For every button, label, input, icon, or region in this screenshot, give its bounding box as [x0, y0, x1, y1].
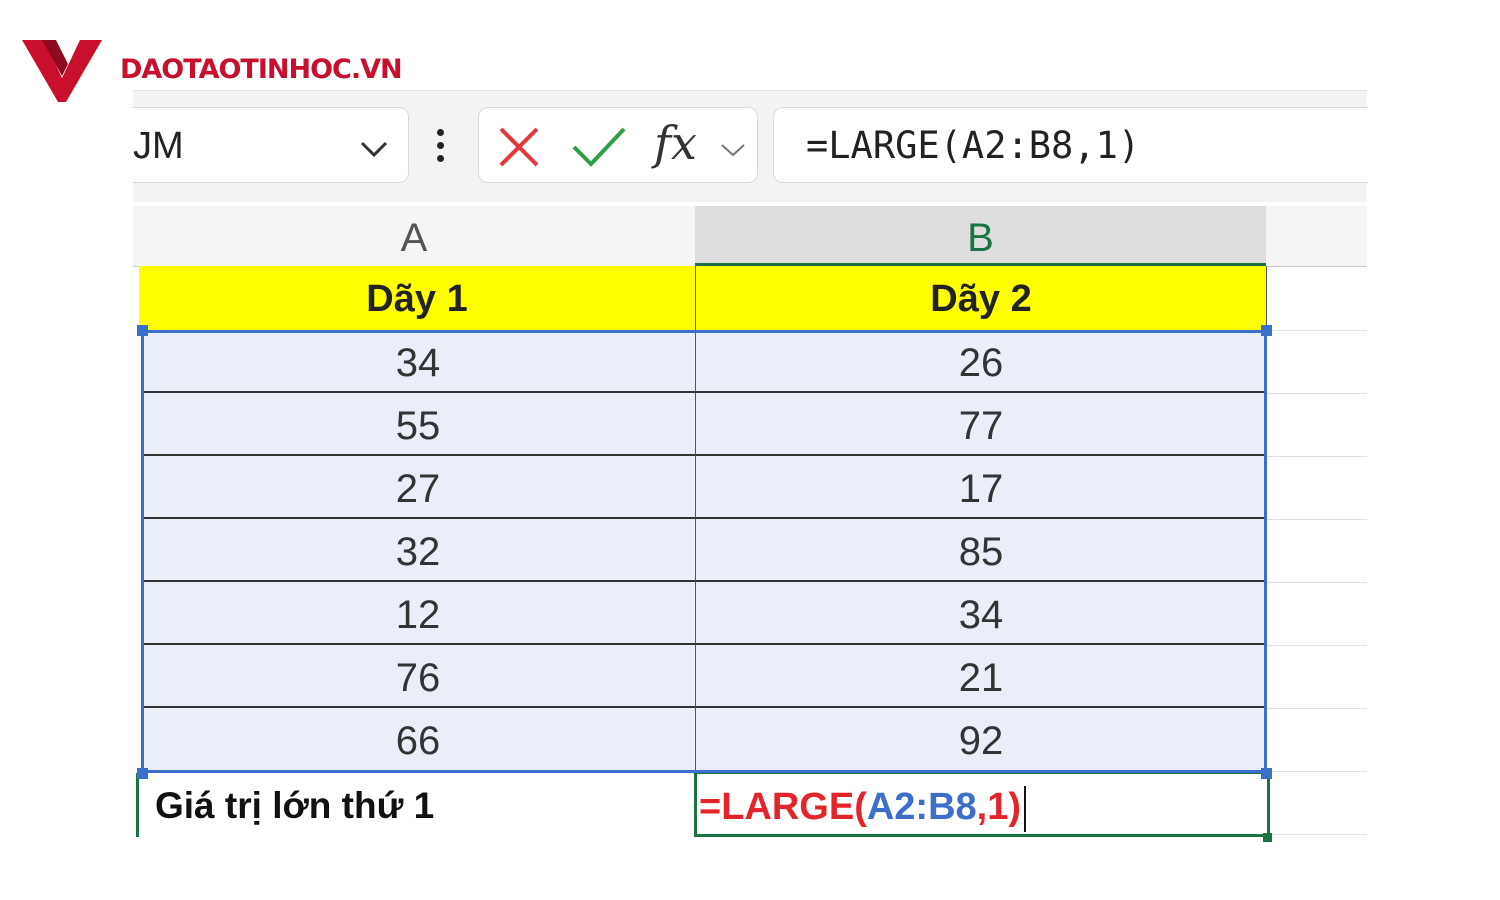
logo-text: DAOTAOTINHOC.VN: [120, 54, 403, 85]
column-headers: A B: [133, 206, 1367, 267]
gridline: [1266, 645, 1367, 646]
formula-range-part: A2:B8: [866, 786, 977, 828]
logo-mark-icon: [22, 40, 102, 102]
active-formula-cell[interactable]: =LARGE(A2:B8,1): [694, 771, 1270, 837]
header-cell-b[interactable]: Dãy 2: [696, 266, 1267, 330]
table-cell[interactable]: 77: [696, 393, 1267, 456]
gridline: [1266, 456, 1367, 457]
text-cursor: [1024, 785, 1027, 832]
column-header-b[interactable]: B: [695, 206, 1266, 266]
table-cell[interactable]: 27: [141, 456, 696, 519]
header-cell-a[interactable]: Dãy 1: [139, 266, 696, 330]
table-cell[interactable]: 12: [141, 582, 696, 645]
table-cell[interactable]: 17: [696, 456, 1267, 519]
table-cell[interactable]: 21: [696, 645, 1267, 708]
table-cell[interactable]: 55: [141, 393, 696, 456]
selection-handle[interactable]: [1261, 768, 1272, 779]
formula-bar-input[interactable]: =LARGE(A2:B8,1): [773, 107, 1368, 183]
cancel-x-icon[interactable]: [497, 125, 541, 169]
gridline: [1266, 582, 1367, 583]
formula-strip: JM fx =LARGE(A2:B8,1): [133, 90, 1368, 203]
gridline: [1266, 834, 1367, 835]
table-cell[interactable]: 92: [696, 708, 1267, 771]
gridline: [1266, 771, 1367, 772]
spreadsheet-window: JM fx =LARGE(A2:B8,1) A B Dãy 1 Dãy 2 34…: [133, 90, 1368, 850]
table-cell[interactable]: 26: [696, 330, 1267, 393]
table-cell[interactable]: 34: [696, 582, 1267, 645]
formula-bar-text: =LARGE(A2:B8,1): [806, 124, 1141, 167]
name-box-value: JM: [133, 125, 184, 167]
table-cell[interactable]: 85: [696, 519, 1267, 582]
chevron-down-icon[interactable]: [359, 140, 389, 158]
more-options-icon[interactable]: [433, 129, 447, 169]
gridline: [1266, 330, 1367, 331]
formula-arg-part: ,1): [976, 786, 1022, 828]
fill-handle[interactable]: [1263, 833, 1272, 842]
gridline: [1266, 708, 1367, 709]
table-cell[interactable]: 76: [141, 645, 696, 708]
enter-check-icon[interactable]: [571, 125, 627, 169]
gridline: [1266, 393, 1367, 394]
result-label-cell[interactable]: Giá trị lớn thứ 1: [136, 773, 696, 837]
table-cell[interactable]: 66: [141, 708, 696, 771]
selection-handle[interactable]: [137, 325, 148, 336]
column-header-a[interactable]: A: [133, 206, 696, 266]
table-cell[interactable]: 34: [141, 330, 696, 393]
table-cell[interactable]: 32: [141, 519, 696, 582]
selection-handle[interactable]: [1261, 325, 1272, 336]
fx-chevron-down-icon[interactable]: [719, 142, 747, 158]
formula-function-part: =LARGE(: [699, 786, 867, 828]
insert-function-icon[interactable]: fx: [654, 116, 697, 170]
formula-controls: fx: [478, 107, 758, 183]
selection-handle[interactable]: [137, 768, 148, 779]
gridline: [1266, 519, 1367, 520]
name-box[interactable]: JM: [133, 107, 409, 183]
